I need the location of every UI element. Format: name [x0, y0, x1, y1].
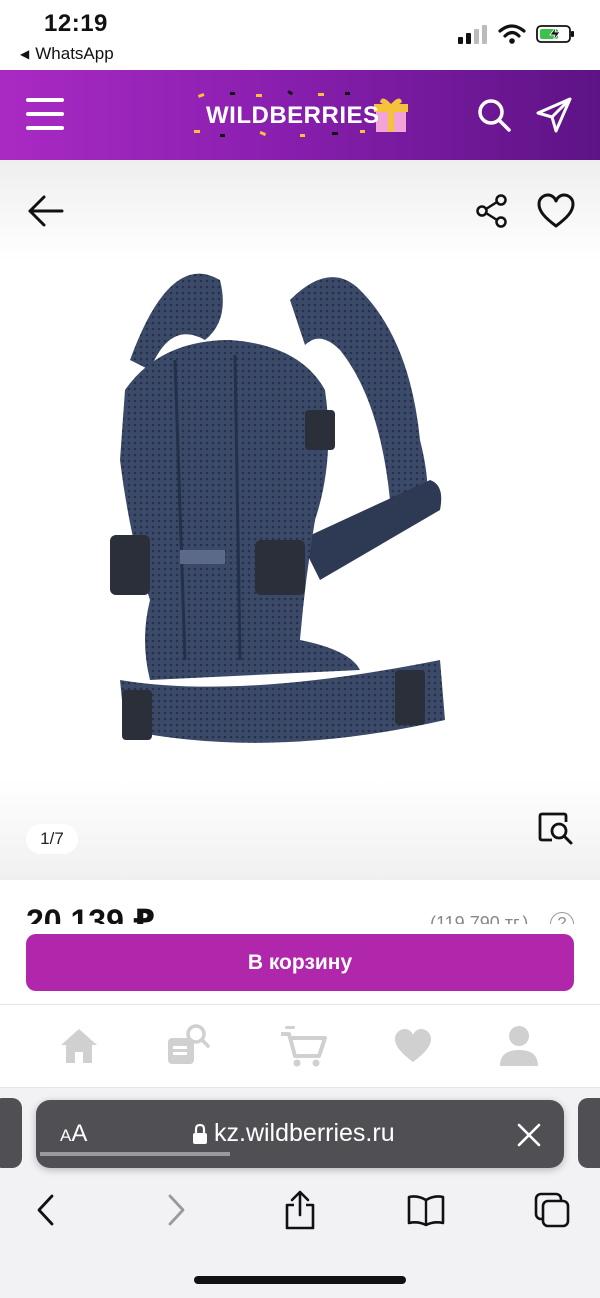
address-bar[interactable]: AA kz.wildberries.ru — [36, 1100, 564, 1168]
favorite-heart-icon[interactable] — [536, 193, 576, 229]
browser-tabs-button[interactable] — [532, 1190, 572, 1230]
browser-forward-button[interactable] — [156, 1190, 196, 1230]
back-triangle-icon: ◀ — [20, 47, 30, 61]
bottom-tab-nav — [0, 1004, 600, 1088]
logo-text: WILDBERRIES — [206, 102, 380, 129]
wifi-icon — [498, 24, 526, 44]
image-zoom-icon[interactable] — [536, 810, 576, 846]
cellular-signal-icon — [458, 25, 487, 44]
book-icon — [407, 1195, 445, 1227]
tab-favorites[interactable] — [388, 1023, 438, 1069]
cart-bar: В корзину — [0, 924, 600, 1004]
product-gallery: 1/7 — [0, 160, 600, 880]
previous-tab-preview[interactable] — [0, 1098, 22, 1168]
tab-cart[interactable] — [278, 1023, 328, 1069]
tab-profile[interactable] — [494, 1023, 544, 1069]
profile-icon — [500, 1026, 538, 1066]
cart-icon — [281, 1026, 327, 1067]
back-app-label: WhatsApp — [35, 44, 114, 63]
add-to-cart-button[interactable]: В корзину — [26, 934, 574, 991]
browser-back-button[interactable] — [26, 1190, 66, 1230]
hamburger-menu-icon[interactable] — [26, 98, 64, 130]
tab-catalog[interactable] — [162, 1023, 212, 1069]
browser-bookmarks-button[interactable] — [406, 1190, 446, 1230]
status-bar: 12:19 ◀ WhatsApp — [0, 0, 600, 70]
close-icon[interactable] — [516, 1122, 542, 1148]
url-text: kz.wildberries.ru — [214, 1119, 395, 1147]
lock-icon — [193, 1123, 207, 1144]
home-icon — [61, 1029, 97, 1063]
tab-home[interactable] — [54, 1023, 104, 1069]
share-icon[interactable] — [474, 193, 510, 229]
wildberries-logo[interactable]: WILDBERRIES — [190, 90, 420, 140]
home-indicator — [194, 1276, 406, 1284]
back-arrow-icon[interactable] — [26, 193, 66, 229]
url-display[interactable]: kz.wildberries.ru — [192, 1119, 395, 1148]
browser-toolbar — [0, 1182, 600, 1242]
product-image-baby-carrier[interactable] — [90, 260, 460, 780]
chevron-left-icon — [37, 1194, 54, 1226]
clock: 12:19 — [44, 10, 108, 37]
site-header: WILDBERRIES — [0, 70, 600, 160]
price-section: 20 139 ₽ (119 790 тг.) ? — [0, 880, 600, 930]
page-load-progress — [40, 1152, 230, 1156]
system-icons — [458, 24, 576, 44]
location-send-icon[interactable] — [534, 95, 574, 135]
tabs-icon — [534, 1192, 570, 1228]
chevron-right-icon — [168, 1194, 185, 1226]
share-upload-icon — [285, 1190, 315, 1230]
next-tab-preview[interactable] — [578, 1098, 600, 1168]
reader-options-button[interactable]: AA — [60, 1120, 87, 1148]
search-icon[interactable] — [474, 95, 514, 135]
catalog-search-icon — [168, 1024, 210, 1064]
battery-charging-icon — [536, 25, 574, 43]
browser-chrome: AA kz.wildberries.ru — [0, 1088, 600, 1298]
heart-icon — [395, 1029, 431, 1062]
back-to-app-link[interactable]: ◀ WhatsApp — [20, 44, 114, 64]
browser-share-button[interactable] — [280, 1190, 320, 1230]
image-counter: 1/7 — [26, 824, 78, 854]
